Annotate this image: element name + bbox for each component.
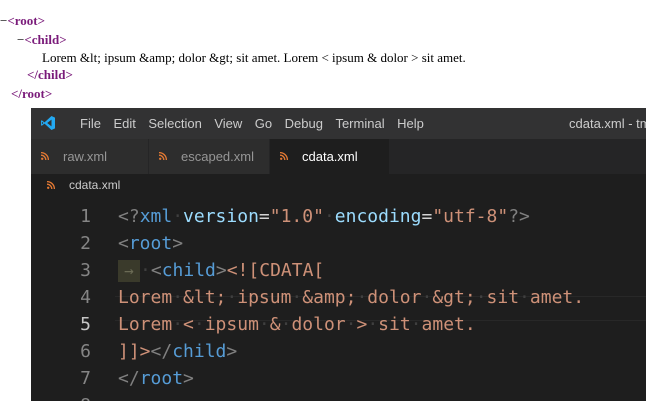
line-number: 4 [80,287,91,308]
code-line-4: Lorem·&lt;·ipsum·&amp;·dolor·&gt;·sit·am… [118,287,585,308]
code-token: amet. [421,314,476,335]
xml-line-child-close: </child> [27,67,73,82]
code-token: > [172,233,184,254]
code-token: "1.0" [269,206,324,227]
line-number-current: 5 [80,314,91,335]
code-token: Lorem [118,287,173,308]
code-token: root [139,368,184,389]
tab-label: cdata.xml [302,149,358,164]
line-number: 2 [80,233,91,254]
tab-label: escaped.xml [181,149,254,164]
code-token: &lt; [183,287,227,308]
menu-terminal[interactable]: Terminal [329,108,390,139]
code-token: </ [150,341,173,362]
code-token: ?> [508,206,530,227]
code-token: root [128,233,173,254]
tab-label: raw.xml [63,149,108,164]
code-line-6: ]]></child> [118,341,237,362]
code-token: < [118,233,129,254]
code-line-2: <root> [118,233,183,254]
line-number: 7 [80,368,91,389]
code-token: xml [139,206,173,227]
code-editor[interactable]: 1 2 3 4 5 6 7 8 <?xml·version="1.0"·enco… [31,196,646,401]
vscode-logo-icon [41,116,55,130]
code-token: < [183,314,194,335]
code-token: ipsum [237,287,292,308]
code-token: Lorem [118,314,173,335]
code-token: </ [118,368,140,389]
code-token: <? [118,206,140,227]
code-token: child [172,341,227,362]
code-token: ipsum [204,314,259,335]
code-line-5: Lorem·<·ipsum·&·dolor·>·sit·amet. [118,314,476,335]
code-token: = [258,206,270,227]
rss-icon [47,181,55,189]
vscode-window: File Edit Selection View Go Debug Termin… [31,108,646,401]
code-token: sit [378,314,411,335]
code-token: &gt; [432,287,476,308]
rss-icon [280,152,288,160]
menu-go[interactable]: Go [249,108,278,139]
code-token: version [183,206,259,227]
code-token: <![CDATA[ [226,260,325,281]
menu-bar: File Edit Selection View Go Debug Termin… [74,108,430,139]
menu-edit[interactable]: Edit [107,108,141,139]
code-token: child [161,260,216,281]
code-line-7: </root> [118,368,194,389]
code-token: encoding [334,206,422,227]
xml-text-content: Lorem &lt; ipsum &amp; dolor &gt; sit am… [42,50,466,65]
code-token: > [183,368,194,389]
menu-file[interactable]: File [74,108,107,139]
code-token: = [421,206,433,227]
xml-tag: <child> [24,32,67,47]
code-line-1: <?xml·version="1.0"·encoding="utf-8"?> [118,206,530,227]
code-token: ]]> [118,341,151,362]
window-title: cdata.xml - tm [569,116,646,131]
menu-help[interactable]: Help [391,108,430,139]
menu-selection[interactable]: Selection [142,108,207,139]
code-token: &amp; [302,287,357,308]
menu-view[interactable]: View [208,108,248,139]
code-token: > [356,314,368,335]
code-token: amet. [529,287,585,308]
menu-debug[interactable]: Debug [279,108,329,139]
code-token: > [215,260,227,281]
code-token: "utf-8" [432,206,509,227]
code-token: & [269,314,281,335]
code-token: dolor [367,287,422,308]
line-number: 3 [80,260,91,281]
line-number: 6 [80,341,91,362]
code-token: > [226,341,238,362]
xml-line-root-open: −<root> [0,12,45,29]
tab-escaped-xml[interactable]: escaped.xml [149,139,270,174]
code-token: sit [486,287,520,308]
tab-cdata-xml[interactable]: cdata.xml [270,139,390,174]
code-token: dolor [291,314,346,335]
line-number: 1 [80,206,91,227]
tab-indent-icon: → [118,260,140,282]
code-token: < [150,260,162,281]
xml-line-root-close: </root> [11,86,53,101]
code-line-3: → ·<child><![CDATA[ [118,260,324,282]
rss-icon [41,152,49,160]
line-number: 8 [31,395,91,401]
rss-icon [159,152,167,160]
breadcrumb: cdata.xml [31,174,646,196]
tab-bar: raw.xml escaped.xml cdata.xml [31,139,646,174]
tab-raw-xml[interactable]: raw.xml [31,139,149,174]
xml-line-child-open: −<child> [17,31,67,48]
xml-tag: <root> [7,13,46,28]
breadcrumb-item[interactable]: cdata.xml [69,174,120,196]
title-bar: File Edit Selection View Go Debug Termin… [31,108,646,139]
